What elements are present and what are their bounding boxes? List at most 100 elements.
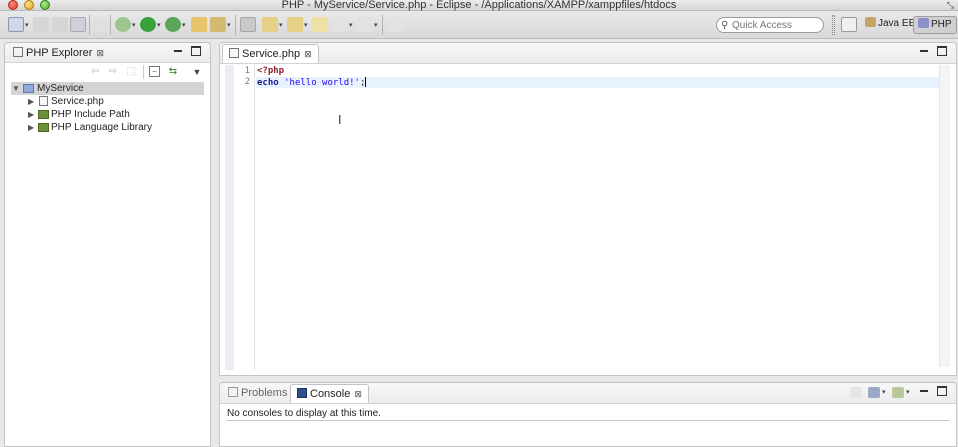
last-edit-location-icon[interactable]: [312, 17, 328, 32]
view-menu-chevron-icon[interactable]: ▼: [191, 66, 203, 78]
annotation-ruler[interactable]: [225, 65, 234, 370]
window-title: PHP - MyService/Service.php - Eclipse - …: [281, 0, 677, 11]
link-with-editor-icon[interactable]: ⇆: [167, 66, 179, 78]
pin-editor-icon[interactable]: [386, 17, 402, 32]
close-icon[interactable]: ⊠: [354, 389, 362, 399]
back-dropdown-chevron-icon[interactable]: ▾: [349, 21, 353, 29]
new-dropdown-chevron-icon[interactable]: ▾: [25, 21, 29, 29]
pin-console-icon[interactable]: [850, 387, 862, 398]
next-annotation-dropdown-chevron-icon[interactable]: ▾: [279, 21, 283, 29]
open-console-dropdown-chevron-icon[interactable]: ▾: [906, 388, 910, 396]
perspective-label: Java EE: [878, 18, 916, 29]
line-number: 2: [244, 77, 250, 87]
tree-item-service-php[interactable]: ▶ Service.php: [11, 95, 204, 108]
display-selected-console-icon[interactable]: [868, 387, 880, 398]
previous-annotation-icon[interactable]: [287, 17, 303, 32]
php-explorer-tree: ▼ MyService ▶ Service.php ▶ PHP Include …: [11, 82, 204, 134]
text-caret: [365, 77, 367, 87]
fullscreen-icon[interactable]: ⤡: [947, 0, 954, 11]
editor-vertical-scrollbar[interactable]: [939, 65, 950, 367]
open-perspective-icon[interactable]: [841, 17, 857, 32]
code-line-current[interactable]: echo 'hello world!';: [256, 77, 940, 88]
library-icon: [38, 110, 49, 119]
debug-icon[interactable]: [115, 17, 131, 32]
search-icon: ⚲: [721, 20, 729, 31]
tree-item-label: Service.php: [51, 96, 104, 107]
console-view: Problems Console ⊠ ▾ ▾ No consoles to dis…: [219, 382, 957, 447]
maximize-view-button[interactable]: [937, 46, 947, 56]
tab-service-php[interactable]: Service.php ⊠: [222, 44, 319, 63]
new-icon[interactable]: [8, 17, 24, 32]
tree-item-label: PHP Language Library: [51, 122, 152, 133]
search-dropdown-chevron-icon[interactable]: ▾: [227, 21, 231, 29]
print-icon[interactable]: [70, 17, 86, 32]
java-ee-perspective-icon: [865, 17, 876, 27]
library-icon: [38, 123, 49, 132]
tree-item-label: PHP Include Path: [51, 109, 130, 120]
quick-access-box[interactable]: ⚲: [716, 17, 824, 33]
maximize-view-button[interactable]: [937, 386, 947, 396]
toggle-mark-occurrences-icon[interactable]: [240, 17, 256, 32]
back-arrow-icon[interactable]: ⇦: [89, 66, 101, 78]
tab-console[interactable]: Console ⊠: [290, 384, 369, 403]
console-message: No consoles to display at this time.: [227, 408, 381, 419]
collapsed-twisty-icon[interactable]: ▶: [28, 108, 34, 121]
collapsed-twisty-icon[interactable]: ▶: [28, 121, 34, 134]
collapse-all-icon[interactable]: −: [149, 66, 160, 77]
tree-item-php-language-library[interactable]: ▶ PHP Language Library: [11, 121, 204, 134]
save-icon[interactable]: [33, 17, 49, 32]
php-file-icon: [39, 96, 48, 106]
close-icon[interactable]: ⊠: [96, 48, 104, 58]
run-icon[interactable]: [140, 17, 156, 32]
editor-area: Service.php ⊠ 1 2 <?php echo 'hello world…: [219, 42, 957, 376]
console-icon: [297, 388, 307, 398]
save-all-icon[interactable]: [52, 17, 68, 32]
close-icon[interactable]: ⊠: [304, 49, 312, 59]
previous-annotation-dropdown-chevron-icon[interactable]: ▾: [304, 21, 308, 29]
skip-breakpoints-icon[interactable]: [93, 17, 109, 32]
minimize-view-button[interactable]: [919, 46, 929, 56]
expanded-twisty-icon[interactable]: ▼: [12, 82, 20, 95]
tab-php-explorer[interactable]: PHP Explorer ⊠: [7, 44, 110, 63]
maximize-view-button[interactable]: [191, 46, 201, 56]
tree-item-myservice[interactable]: ▼ MyService: [11, 82, 204, 95]
toolbar-separator: [235, 15, 236, 35]
back-icon[interactable]: [332, 17, 348, 32]
quick-access-input[interactable]: [732, 19, 820, 31]
code-line[interactable]: <?php: [256, 66, 940, 77]
tab-label: Problems: [241, 387, 288, 399]
external-tools-dropdown-chevron-icon[interactable]: ▾: [182, 21, 186, 29]
up-icon[interactable]: ⬚: [125, 66, 137, 78]
tab-label: Service.php: [242, 48, 301, 60]
forward-dropdown-chevron-icon[interactable]: ▾: [374, 21, 378, 29]
next-annotation-icon[interactable]: [262, 17, 278, 32]
minimize-view-button[interactable]: [919, 386, 929, 396]
minimize-view-button[interactable]: [173, 46, 183, 56]
problems-icon: [228, 387, 238, 397]
run-dropdown-chevron-icon[interactable]: ▾: [157, 21, 161, 29]
debug-dropdown-chevron-icon[interactable]: ▾: [132, 21, 136, 29]
open-console-icon[interactable]: [892, 387, 904, 398]
perspective-label: PHP: [931, 19, 952, 30]
search-icon[interactable]: [210, 17, 226, 32]
gutter-divider: [254, 65, 255, 370]
display-console-dropdown-chevron-icon[interactable]: ▾: [882, 388, 886, 396]
external-tools-icon[interactable]: [165, 17, 181, 32]
collapsed-twisty-icon[interactable]: ▶: [28, 95, 34, 108]
php-open-tag: <?php: [257, 66, 285, 76]
line-numbers: 1 2: [236, 66, 250, 88]
perspective-java-ee[interactable]: Java EE: [861, 16, 919, 34]
forward-arrow-icon[interactable]: ⇨: [107, 66, 119, 78]
echo-keyword: echo: [257, 78, 279, 88]
tree-item-php-include-path[interactable]: ▶ PHP Include Path: [11, 108, 204, 121]
open-type-icon[interactable]: [191, 17, 207, 32]
code-editor[interactable]: <?php echo 'hello world!';: [256, 66, 940, 88]
tab-problems[interactable]: Problems: [222, 384, 293, 403]
line-number: 1: [244, 66, 250, 76]
tab-label: PHP Explorer: [26, 47, 93, 59]
perspective-php[interactable]: PHP: [913, 16, 957, 34]
toolbar-separator: [110, 15, 111, 35]
toolbar-grip[interactable]: [832, 15, 835, 35]
forward-icon[interactable]: [357, 17, 373, 32]
toolbar-separator: [89, 15, 90, 35]
